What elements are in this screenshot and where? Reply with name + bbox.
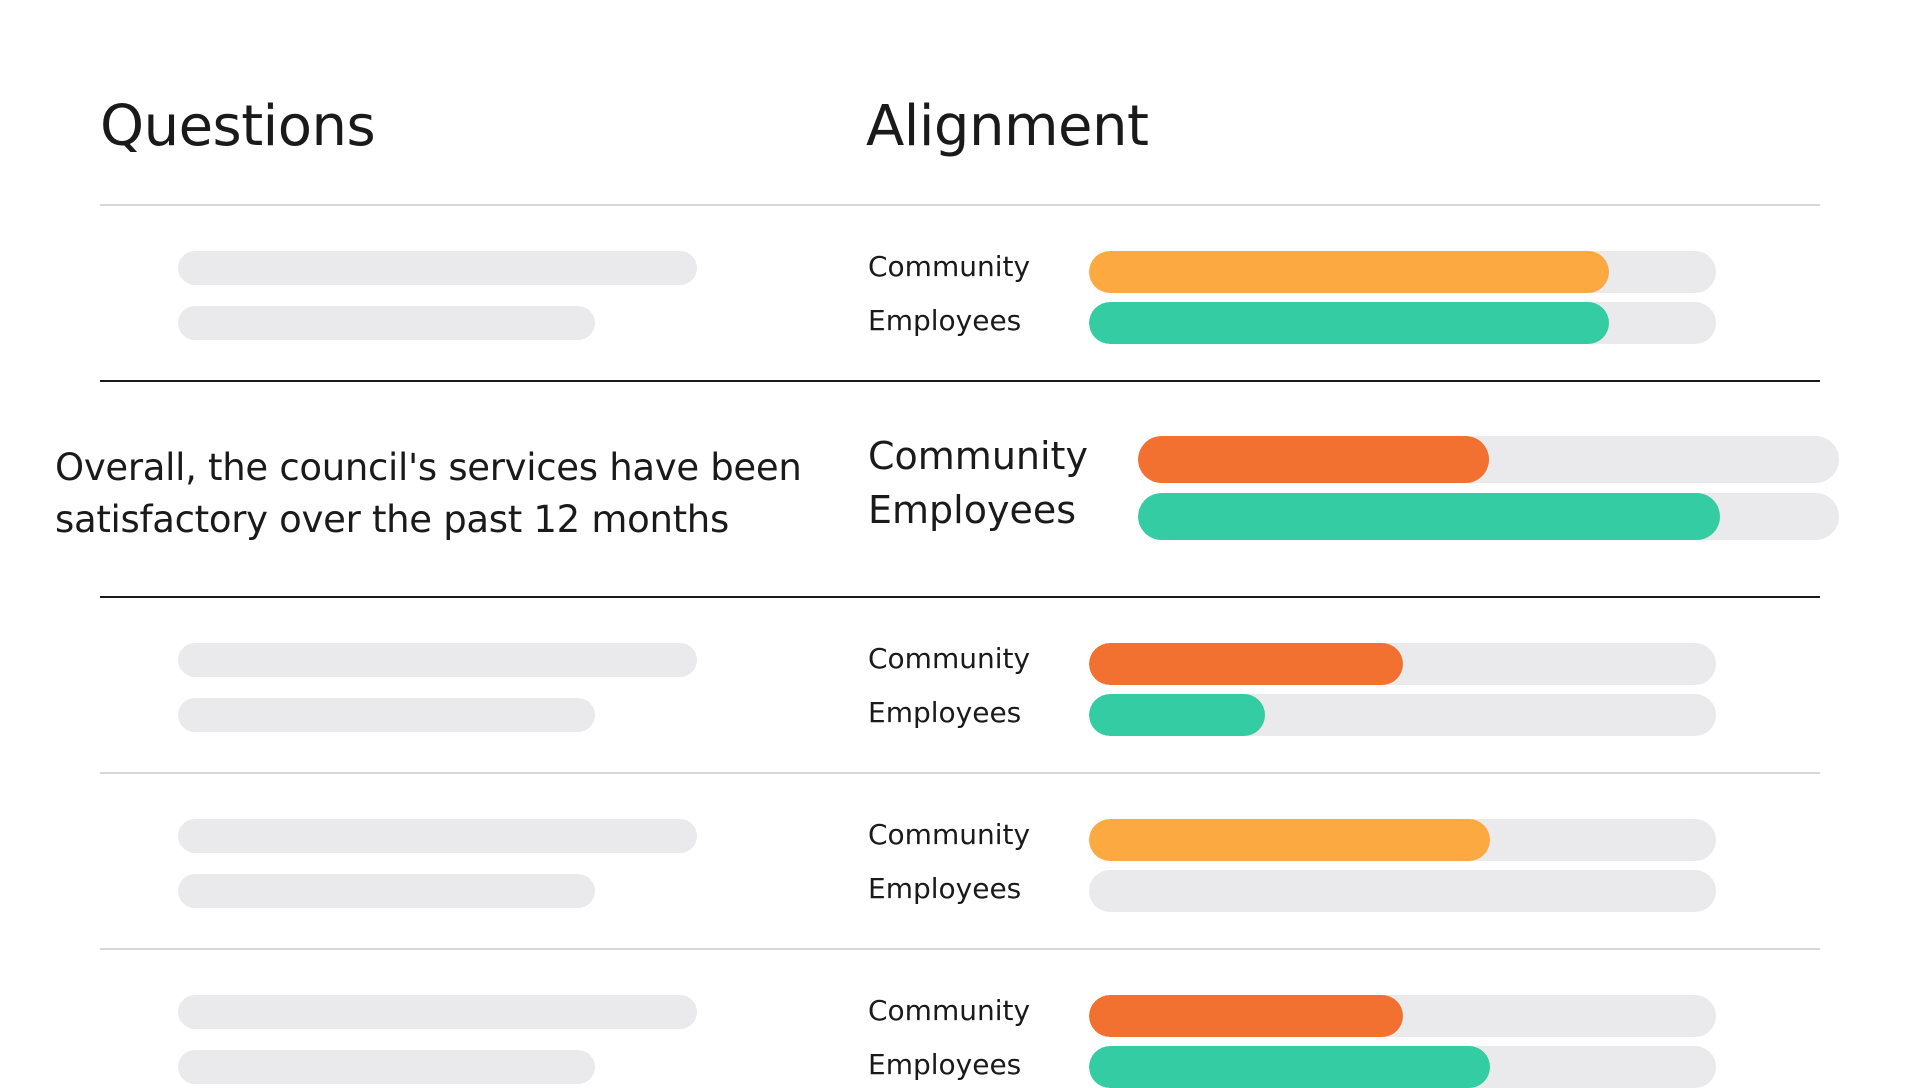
question-placeholder-line — [178, 306, 595, 340]
question-placeholder-line — [178, 874, 595, 908]
community-bar-track — [1138, 436, 1839, 483]
community-bar-fill — [1138, 436, 1489, 483]
employees-bar-fill — [1089, 694, 1265, 736]
employees-bar-fill — [1138, 493, 1720, 540]
employees-bar-track — [1138, 493, 1839, 540]
community-bar-fill — [1089, 251, 1610, 293]
employees-bar-track — [1089, 870, 1716, 912]
employees-label: Employees — [868, 304, 1022, 337]
employees-label: Employees — [868, 1048, 1022, 1081]
question-text: Overall, the council's services have bee… — [55, 446, 802, 541]
community-bar-track — [1089, 251, 1716, 293]
questions-header: Questions — [100, 94, 376, 159]
community-bar-track — [1089, 819, 1716, 861]
employees-label: Employees — [868, 872, 1022, 905]
community-label: Community — [868, 642, 1031, 675]
employees-label: Employees — [868, 488, 1076, 532]
employees-bar-fill — [1089, 302, 1610, 344]
employees-bar-track — [1089, 302, 1716, 344]
employees-bar-fill — [1089, 1046, 1491, 1088]
question-placeholder-line — [178, 995, 697, 1029]
community-bar-fill — [1089, 995, 1403, 1037]
question-placeholder-line — [178, 698, 595, 732]
row-divider — [100, 596, 1820, 598]
community-label: Community — [868, 994, 1031, 1027]
question-placeholder-line — [178, 819, 697, 853]
community-bar-fill — [1089, 819, 1491, 861]
employees-label: Employees — [868, 696, 1022, 729]
community-bar-track — [1089, 995, 1716, 1037]
question-placeholder-line — [178, 643, 697, 677]
community-label: Community — [868, 818, 1031, 851]
question-placeholder-line — [178, 251, 697, 285]
community-label: Community — [868, 250, 1031, 283]
row-divider — [100, 380, 1820, 382]
row-divider — [100, 204, 1820, 206]
employees-bar-track — [1089, 1046, 1716, 1088]
row-divider — [100, 772, 1820, 774]
row-divider — [100, 948, 1820, 950]
community-label: Community — [868, 434, 1088, 478]
community-bar-track — [1089, 643, 1716, 685]
community-bar-fill — [1089, 643, 1403, 685]
alignment-header: Alignment — [866, 94, 1149, 159]
employees-bar-track — [1089, 694, 1716, 736]
question-placeholder-line — [178, 1050, 595, 1084]
